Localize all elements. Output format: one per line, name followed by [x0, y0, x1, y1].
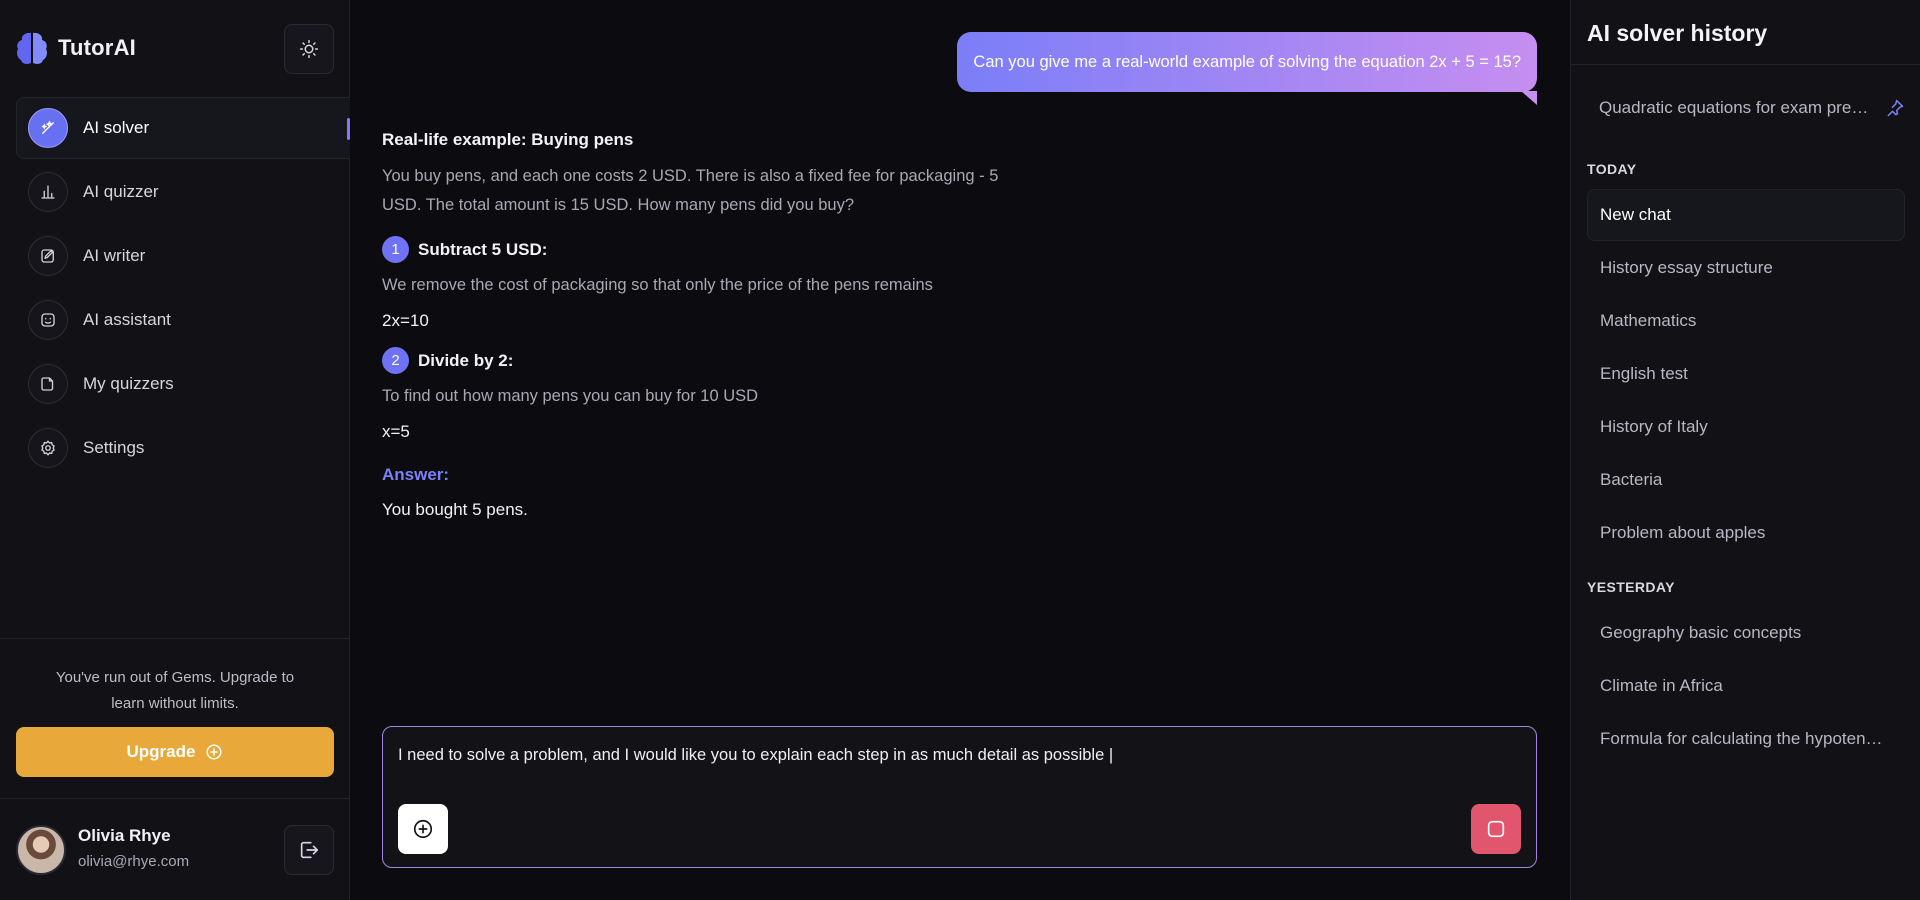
plus-circle-icon [413, 819, 433, 839]
bar-chart-icon [28, 172, 68, 212]
document-icon [28, 364, 68, 404]
stop-button[interactable] [1471, 804, 1521, 854]
brand[interactable]: TutorAI [16, 30, 136, 66]
left-sidebar: TutorAI AI solver AI quizzer AI writer A… [0, 0, 350, 900]
history-item[interactable]: New chat [1587, 189, 1905, 241]
step-title: Divide by 2: [418, 350, 514, 370]
user-message-text: Can you give me a real-world example of … [973, 52, 1521, 71]
sidebar-item-label: AI writer [83, 246, 146, 265]
sidebar-item-settings[interactable]: Settings [16, 417, 350, 479]
sidebar-item-label: Settings [83, 438, 145, 457]
pin-icon[interactable] [1885, 98, 1905, 118]
history-item-label: History of Italy [1600, 417, 1708, 436]
gems-upgrade-panel: You've run out of Gems. Upgrade to learn… [0, 638, 350, 777]
history-item-label: Geography basic concepts [1600, 623, 1802, 642]
history-item-label: English test [1600, 364, 1688, 383]
stop-icon [1487, 820, 1505, 838]
composer-input[interactable]: I need to solve a problem, and I would l… [398, 746, 1113, 765]
sidebar-item-label: AI solver [83, 118, 150, 137]
history-panel: AI solver history Quadratic equations fo… [1570, 0, 1920, 900]
history-item-label: Formula for calculating the hypotenuse [1600, 729, 1890, 748]
user-profile: Olivia Rhye olivia@rhye.com [0, 798, 350, 900]
user-message-bubble: Can you give me a real-world example of … [957, 32, 1537, 105]
history-title: AI solver history [1587, 20, 1768, 46]
sidebar-item-ai-writer[interactable]: AI writer [16, 225, 350, 287]
step-equation: x=5 [382, 422, 410, 441]
gems-message: You've run out of Gems. Upgrade to learn… [55, 669, 295, 712]
history-item[interactable]: Climate in Africa [1587, 660, 1905, 712]
brain-logo-icon [17, 32, 47, 64]
attach-button[interactable] [398, 804, 448, 854]
plus-circle-icon [206, 744, 222, 760]
step-description: To find out how many pens you can buy fo… [382, 387, 759, 405]
answer-intro: You buy pens, and each one costs 2 USD. … [382, 167, 999, 214]
answer-text: You bought 5 pens. [382, 500, 528, 519]
history-item[interactable]: Formula for calculating the hypotenuse [1587, 713, 1905, 765]
history-item-label: Climate in Africa [1600, 676, 1723, 695]
avatar[interactable] [16, 825, 66, 875]
sidebar-item-label: AI quizzer [83, 182, 159, 201]
sidebar-item-label: AI assistant [83, 310, 171, 329]
user-email: olivia@rhye.com [78, 853, 190, 870]
theme-toggle-button[interactable] [284, 24, 334, 74]
sun-icon [299, 39, 319, 59]
history-item[interactable]: History essay structure [1587, 242, 1905, 294]
history-item[interactable]: Problem about apples [1587, 507, 1905, 559]
app-name: TutorAI [58, 35, 136, 60]
step-equation: 2x=10 [382, 311, 429, 330]
sidebar-item-ai-quizzer[interactable]: AI quizzer [16, 161, 350, 223]
upgrade-label: Upgrade [126, 742, 196, 761]
history-item-label: New chat [1600, 205, 1671, 224]
step-description: We remove the cost of packaging so that … [382, 276, 933, 294]
logout-icon [300, 841, 319, 859]
answer-label: Answer: [382, 465, 450, 484]
history-item[interactable]: Geography basic concepts [1587, 607, 1905, 659]
step-header: 1 Subtract 5 USD: [382, 236, 1102, 263]
history-item-label: History essay structure [1600, 258, 1773, 277]
step-title: Subtract 5 USD: [418, 239, 548, 259]
history-item[interactable]: Mathematics [1587, 295, 1905, 347]
pinned-chat-label: Quadratic equations for exam preparation [1599, 98, 1869, 117]
gear-icon [28, 428, 68, 468]
ai-answer: Real-life example: Buying pens You buy p… [382, 130, 1102, 520]
pinned-chat[interactable]: Quadratic equations for exam preparation [1587, 86, 1905, 130]
message-composer[interactable]: I need to solve a problem, and I would l… [382, 726, 1537, 868]
edit-icon [28, 236, 68, 276]
sidebar-nav: AI solver AI quizzer AI writer AI assist… [16, 97, 350, 481]
history-item[interactable]: Bacteria [1587, 454, 1905, 506]
chat-area: Can you give me a real-world example of … [350, 0, 1570, 900]
sidebar-item-label: My quizzers [83, 374, 174, 393]
section-label-today: TODAY [1587, 161, 1637, 177]
section-label-yesterday: YESTERDAY [1587, 579, 1675, 595]
history-item[interactable]: History of Italy [1587, 401, 1905, 453]
divider [1571, 64, 1920, 65]
history-item-label: Mathematics [1600, 311, 1697, 330]
smile-icon [28, 300, 68, 340]
sidebar-item-my-quizzers[interactable]: My quizzers [16, 353, 350, 415]
step-number-badge: 1 [382, 236, 409, 263]
history-item-label: Bacteria [1600, 470, 1663, 489]
sidebar-item-ai-assistant[interactable]: AI assistant [16, 289, 350, 351]
sidebar-item-ai-solver[interactable]: AI solver [16, 97, 350, 159]
step-header: 2 Divide by 2: [382, 347, 1102, 374]
step-number-badge: 2 [382, 347, 409, 374]
history-item[interactable]: English test [1587, 348, 1905, 400]
user-name: Olivia Rhye [78, 826, 171, 845]
upgrade-button[interactable]: Upgrade [16, 727, 334, 777]
sparkle-icon [28, 108, 68, 148]
answer-title: Real-life example: Buying pens [382, 130, 634, 149]
history-item-label: Problem about apples [1600, 523, 1766, 542]
logout-button[interactable] [284, 825, 334, 875]
